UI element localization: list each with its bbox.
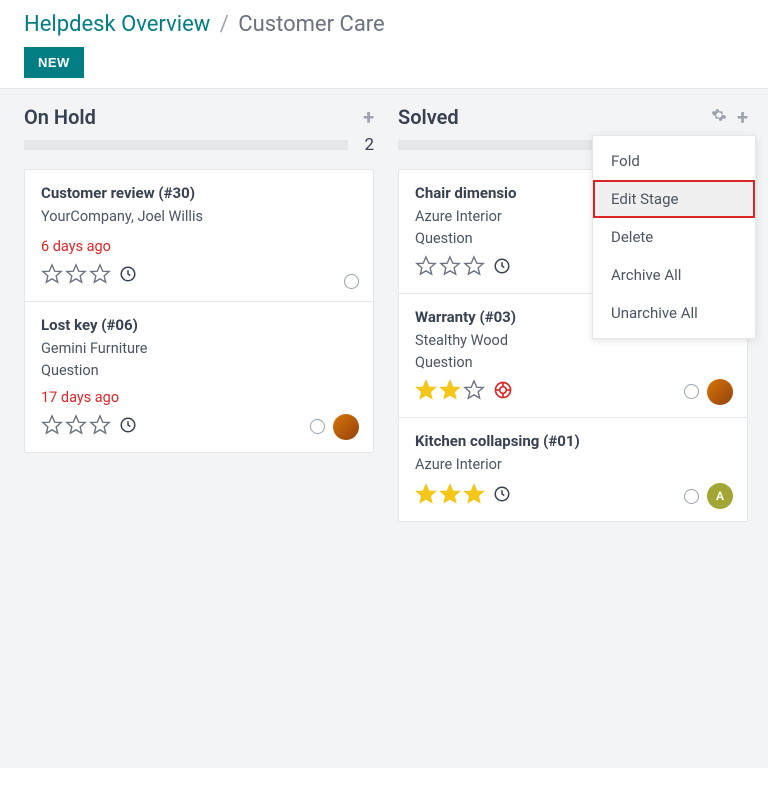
menu-item-unarchive-all[interactable]: Unarchive All xyxy=(593,294,755,332)
card-tag: Question xyxy=(41,362,357,379)
star-icon[interactable] xyxy=(463,483,485,509)
breadcrumb-current: Customer Care xyxy=(238,12,384,37)
star-icon[interactable] xyxy=(65,263,87,289)
card-age: 6 days ago xyxy=(41,238,357,255)
kanban-card[interactable]: Kitchen collapsing (#01) Azure Interior … xyxy=(399,418,747,522)
star-icon[interactable] xyxy=(439,483,461,509)
menu-item-fold[interactable]: Fold xyxy=(593,142,755,180)
lifebuoy-icon[interactable] xyxy=(491,380,513,404)
clock-icon[interactable] xyxy=(117,265,137,287)
star-rating xyxy=(415,483,485,509)
column-title: Solved xyxy=(398,105,459,129)
breadcrumb-separator: / xyxy=(220,12,229,37)
star-rating xyxy=(41,263,111,289)
priority-radio[interactable] xyxy=(344,274,359,289)
star-rating xyxy=(415,379,485,405)
star-icon[interactable] xyxy=(439,255,461,281)
star-icon[interactable] xyxy=(439,379,461,405)
card-list: Customer review (#30) YourCompany, Joel … xyxy=(24,169,374,453)
star-icon[interactable] xyxy=(415,483,437,509)
clock-icon[interactable] xyxy=(491,257,511,279)
clock-icon[interactable] xyxy=(491,485,511,507)
star-icon[interactable] xyxy=(41,414,63,440)
priority-radio[interactable] xyxy=(310,419,325,434)
breadcrumb: Helpdesk Overview / Customer Care xyxy=(24,12,744,37)
card-age: 17 days ago xyxy=(41,389,357,406)
clock-icon[interactable] xyxy=(117,416,137,438)
card-title: Lost key (#06) xyxy=(41,316,357,334)
menu-item-edit-stage[interactable]: Edit Stage xyxy=(593,180,755,218)
breadcrumb-root[interactable]: Helpdesk Overview xyxy=(24,12,210,37)
stage-menu: FoldEdit StageDeleteArchive AllUnarchive… xyxy=(592,135,756,339)
kanban-column: On Hold + 2 Customer review (#30) YourCo… xyxy=(24,105,374,728)
star-icon[interactable] xyxy=(463,379,485,405)
avatar[interactable] xyxy=(333,414,359,440)
avatar[interactable] xyxy=(707,379,733,405)
card-subtitle: YourCompany, Joel Willis xyxy=(41,206,357,228)
column-count: 2 xyxy=(360,135,374,155)
priority-radio[interactable] xyxy=(684,384,699,399)
card-title: Customer review (#30) xyxy=(41,184,357,202)
menu-item-delete[interactable]: Delete xyxy=(593,218,755,256)
menu-item-archive-all[interactable]: Archive All xyxy=(593,256,755,294)
star-icon[interactable] xyxy=(415,379,437,405)
star-icon[interactable] xyxy=(41,263,63,289)
star-icon[interactable] xyxy=(65,414,87,440)
star-icon[interactable] xyxy=(89,263,111,289)
column-title: On Hold xyxy=(24,105,96,129)
kanban-board: On Hold + 2 Customer review (#30) YourCo… xyxy=(0,88,768,768)
card-tag: Question xyxy=(415,354,731,371)
new-button[interactable]: NEW xyxy=(24,47,84,78)
kanban-card[interactable]: Lost key (#06) Gemini Furniture Question… xyxy=(25,302,373,452)
plus-icon[interactable]: + xyxy=(363,107,374,127)
progress-bar xyxy=(24,140,348,150)
star-icon[interactable] xyxy=(89,414,111,440)
card-subtitle: Azure Interior xyxy=(415,454,731,476)
star-icon[interactable] xyxy=(415,255,437,281)
star-rating xyxy=(41,414,111,440)
star-rating xyxy=(415,255,485,281)
card-subtitle: Gemini Furniture xyxy=(41,338,357,360)
plus-icon[interactable]: + xyxy=(737,107,748,127)
priority-radio[interactable] xyxy=(684,489,699,504)
gear-icon[interactable] xyxy=(711,107,727,127)
kanban-card[interactable]: Customer review (#30) YourCompany, Joel … xyxy=(25,170,373,302)
star-icon[interactable] xyxy=(463,255,485,281)
avatar[interactable]: A xyxy=(707,483,733,509)
kanban-column: Solved + 3 Chair dimensio Azure Interior… xyxy=(398,105,748,728)
card-title: Kitchen collapsing (#01) xyxy=(415,432,731,450)
